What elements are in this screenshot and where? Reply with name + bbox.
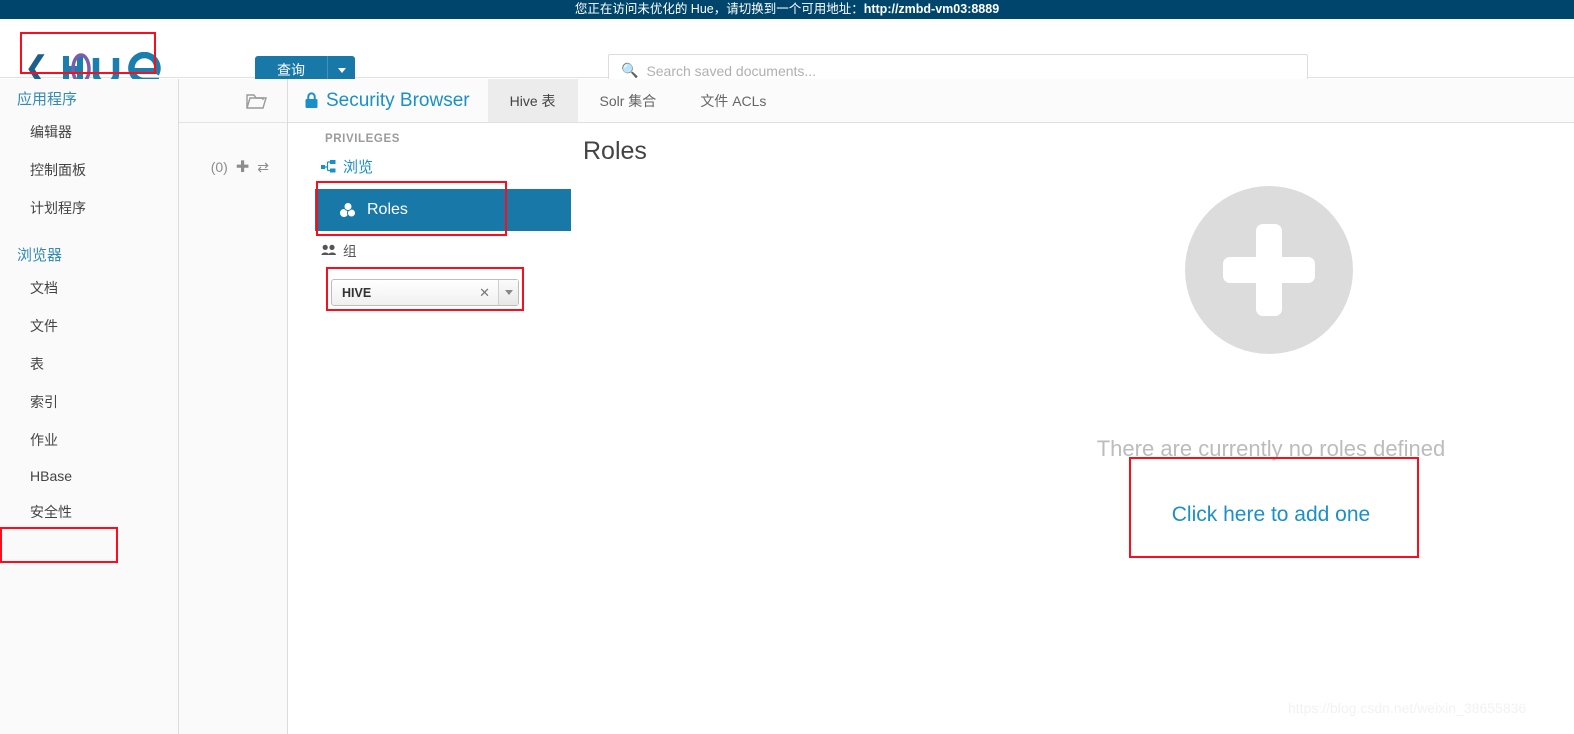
sidebar-group-browsers: 浏览器 [17, 247, 63, 264]
empty-state-message: There are currently no roles defined [1096, 436, 1446, 461]
sidebar-item-dashboard[interactable]: 控制面板 [0, 151, 178, 189]
tab-file-acls[interactable]: 文件 ACLs [678, 79, 788, 122]
search-icon: 🔍 [621, 62, 639, 78]
privileges-roles-item[interactable]: Roles [315, 189, 571, 231]
back-icon[interactable]: ❮ [24, 53, 49, 83]
plus-icon[interactable]: ✚ [236, 157, 249, 177]
app-sidebar: 应用程序 编辑器 控制面板 计划程序 浏览器 文档 文件 表 索引 作业 HBa… [0, 79, 179, 734]
lock-icon [305, 92, 318, 108]
roles-main-panel: Roles There are currently no roles defin… [573, 123, 1574, 734]
privileges-roles-label: Roles [367, 201, 408, 218]
privileges-heading: PRIVILEGES [325, 133, 401, 145]
sidebar-item-tables[interactable]: 表 [0, 345, 178, 383]
warning-url[interactable]: http://zmbd-vm03:8889 [864, 2, 999, 16]
refresh-icon[interactable]: ⇄ [257, 159, 269, 176]
folder-icon[interactable] [245, 91, 269, 111]
sidebar-item-scheduler[interactable]: 计划程序 [0, 189, 178, 227]
warning-text: 您正在访问未优化的 Hue，请切换到一个可用地址： [574, 2, 864, 16]
add-role-link[interactable]: Click here to add one [1081, 503, 1461, 527]
app-header: ❮ 查询 🔍 [0, 19, 1574, 87]
assist-header [179, 79, 287, 123]
page-title: Roles [583, 137, 647, 165]
sidebar-item-documents[interactable]: 文档 [0, 269, 178, 307]
group-select-toggle[interactable] [498, 280, 518, 305]
sitemap-icon [321, 160, 336, 173]
caret-down-icon [504, 290, 513, 295]
group-select[interactable]: HIVE ✕ [331, 279, 519, 306]
privileges-browse-link[interactable]: 浏览 [288, 151, 573, 182]
close-icon[interactable]: ✕ [479, 285, 498, 301]
assist-count: (0) [210, 159, 228, 175]
group-select-value: HIVE [342, 285, 372, 300]
assist-actions: (0) ✚ ⇄ [179, 123, 287, 177]
search-input[interactable] [646, 62, 1307, 79]
optimization-warning-banner: 您正在访问未优化的 Hue，请切换到一个可用地址：http://zmbd-vm0… [0, 0, 1574, 19]
users-icon [321, 244, 336, 255]
plus-circle-icon[interactable] [1185, 186, 1353, 354]
sidebar-group-apps: 应用程序 [17, 91, 78, 108]
sidebar-item-hbase[interactable]: HBase [0, 459, 178, 493]
caret-down-icon [337, 68, 346, 73]
sidebar-item-jobs[interactable]: 作业 [0, 421, 178, 459]
tab-bar: Security Browser Hive 表 Solr 集合 文件 ACLs [288, 79, 1574, 123]
sidebar-item-files[interactable]: 文件 [0, 307, 178, 345]
assist-panel: (0) ✚ ⇄ [179, 79, 288, 734]
group-label-text: 组 [343, 244, 357, 259]
group-section-label: 组 [321, 240, 357, 260]
security-browser-label: Security Browser [326, 89, 470, 111]
sidebar-item-security[interactable]: 安全性 [0, 493, 178, 531]
sidebar-item-editor[interactable]: 编辑器 [0, 113, 178, 151]
tab-hive-tables[interactable]: Hive 表 [487, 79, 578, 122]
sidebar-item-indexes[interactable]: 索引 [0, 383, 178, 421]
app-root: 您正在访问未优化的 Hue，请切换到一个可用地址：http://zmbd-vm0… [0, 0, 1574, 734]
security-browser-title[interactable]: Security Browser [288, 79, 488, 122]
privileges-browse-label: 浏览 [343, 159, 374, 176]
privileges-panel: PRIVILEGES 浏览 Roles 组 [288, 123, 573, 734]
cubes-icon [340, 202, 356, 218]
tab-solr-collections[interactable]: Solr 集合 [578, 79, 679, 122]
watermark: https://blog.csdn.net/weixin_38655836 [1288, 700, 1527, 716]
